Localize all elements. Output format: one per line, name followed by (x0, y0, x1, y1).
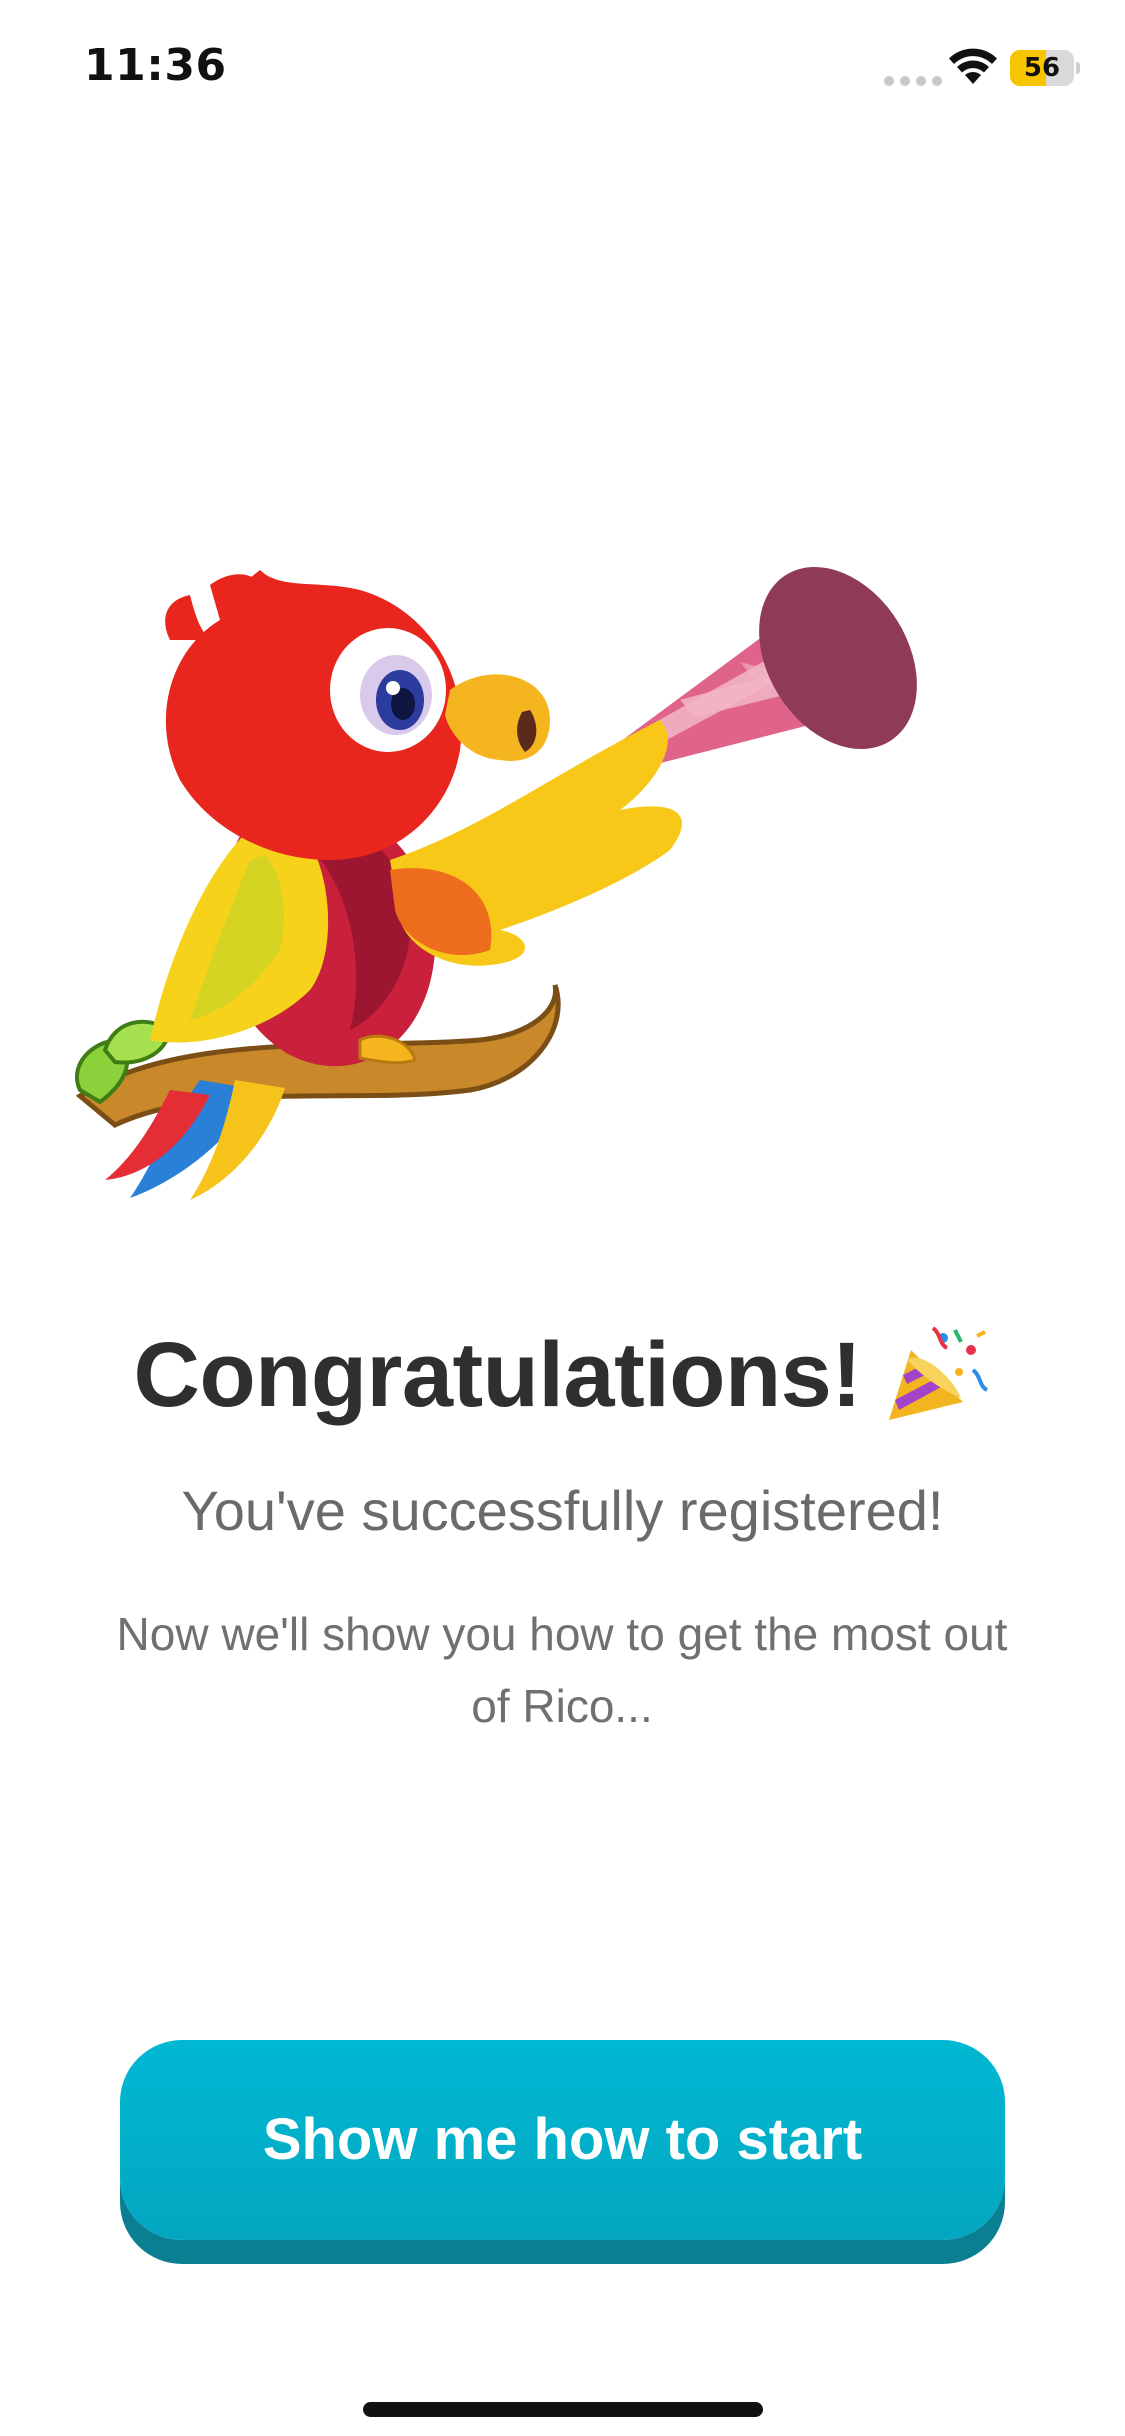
status-time: 11:36 (84, 40, 227, 91)
page-title: Congratulations! (133, 1323, 862, 1426)
status-bar: 11:36 56 (0, 0, 1125, 140)
button-label: Show me how to start (262, 2107, 863, 2172)
onboarding-description: Now we'll show you how to get the most o… (116, 1608, 1008, 1732)
battery-icon: 56 (1010, 50, 1080, 86)
success-subtitle: You've successfully registered! (181, 1479, 944, 1542)
cellular-signal-icon (884, 76, 942, 86)
title-row: Congratulations! (0, 1320, 1125, 1430)
show-me-how-to-start-button[interactable]: Show me how to start (120, 2040, 1005, 2240)
parrot-illustration (74, 566, 917, 1200)
party-popper-icon (889, 1326, 989, 1420)
home-indicator[interactable] (363, 2402, 763, 2417)
wifi-icon (949, 48, 997, 84)
battery-level: 56 (1023, 53, 1061, 83)
